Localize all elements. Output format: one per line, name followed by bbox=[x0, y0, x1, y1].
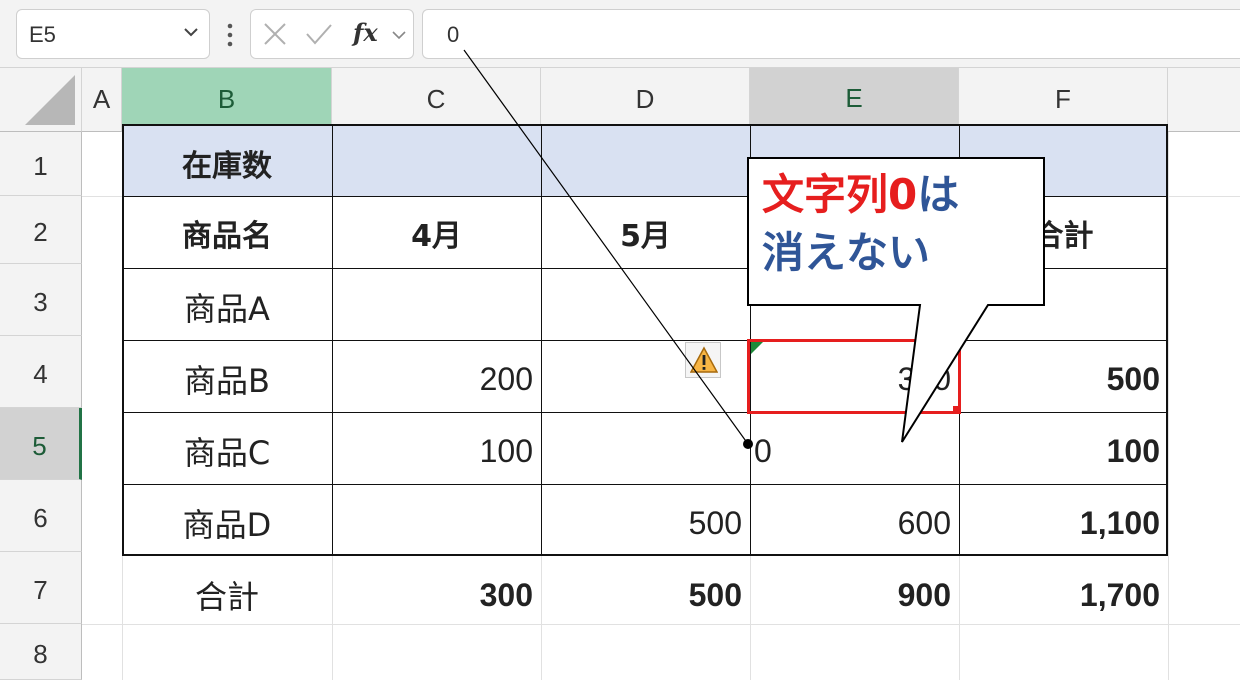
formula-input[interactable]: 0 bbox=[422, 9, 1240, 59]
row-header-3[interactable]: 3 bbox=[0, 264, 82, 336]
cell-f6[interactable]: 1,100 bbox=[959, 484, 1168, 556]
cell-c5[interactable]: 100 bbox=[332, 412, 541, 484]
cell-f2[interactable]: 合計 bbox=[959, 196, 1168, 264]
select-all-triangle-icon bbox=[25, 75, 75, 125]
formula-bar: E5 fx 0 bbox=[0, 0, 1240, 68]
formula-value: 0 bbox=[447, 22, 460, 47]
column-header-e[interactable]: E bbox=[750, 68, 959, 132]
cell-c4[interactable]: 200 bbox=[332, 340, 541, 412]
row-header-2[interactable]: 2 bbox=[0, 196, 82, 264]
cell-b1[interactable]: 在庫数 bbox=[122, 128, 332, 192]
select-all-corner[interactable] bbox=[0, 68, 82, 132]
column-header-c[interactable]: C bbox=[332, 68, 541, 132]
cell-c2[interactable]: 4月 bbox=[332, 196, 541, 264]
error-check-button[interactable] bbox=[685, 342, 721, 378]
row-header-1[interactable]: 1 bbox=[0, 132, 82, 196]
cell-d2[interactable]: 5月 bbox=[541, 196, 750, 264]
cancel-x-icon[interactable] bbox=[263, 22, 287, 46]
cell-f4[interactable]: 500 bbox=[959, 340, 1168, 412]
row-header-6[interactable]: 6 bbox=[0, 480, 82, 552]
cell-c7[interactable]: 300 bbox=[332, 556, 541, 628]
callout-line-1: 文字列0は bbox=[762, 166, 959, 224]
row-header-5[interactable]: 5 bbox=[0, 408, 82, 480]
cell-b5[interactable]: 商品C bbox=[122, 412, 332, 484]
cell-e7[interactable]: 900 bbox=[750, 556, 959, 628]
column-header-b[interactable]: B bbox=[122, 68, 332, 132]
fx-insert-function-icon[interactable]: fx bbox=[353, 18, 378, 47]
row-header-8[interactable]: 8 bbox=[0, 624, 82, 680]
warning-triangle-icon bbox=[690, 346, 718, 373]
callout-red-text: 文字列0 bbox=[762, 170, 918, 219]
callout-text: 文字列0は 消えない bbox=[762, 166, 959, 282]
cell-f5[interactable]: 100 bbox=[959, 412, 1168, 484]
cell-d6[interactable]: 500 bbox=[541, 484, 750, 556]
callout-blue-text: は bbox=[917, 170, 960, 219]
gridline bbox=[1168, 132, 1169, 680]
chevron-down-icon[interactable] bbox=[183, 24, 199, 40]
column-header-a[interactable]: A bbox=[82, 68, 122, 132]
cell-b3[interactable]: 商品A bbox=[122, 268, 332, 340]
name-box[interactable]: E5 bbox=[16, 9, 210, 59]
cell-d7[interactable]: 500 bbox=[541, 556, 750, 628]
active-cell-selection bbox=[747, 339, 961, 414]
cell-b6[interactable]: 商品D bbox=[122, 484, 332, 556]
chevron-down-icon[interactable] bbox=[391, 27, 407, 43]
column-header-empty bbox=[1168, 68, 1240, 132]
column-header-f[interactable]: F bbox=[959, 68, 1168, 132]
cell-e6[interactable]: 600 bbox=[750, 484, 959, 556]
column-header-d[interactable]: D bbox=[541, 68, 750, 132]
cell-b7[interactable]: 合計 bbox=[122, 556, 332, 628]
fill-handle[interactable] bbox=[953, 406, 961, 414]
cell-b4[interactable]: 商品B bbox=[122, 340, 332, 412]
row-header-4[interactable]: 4 bbox=[0, 336, 82, 408]
row-header-7[interactable]: 7 bbox=[0, 552, 82, 624]
cell-f7[interactable]: 1,700 bbox=[959, 556, 1168, 628]
checkmark-icon[interactable] bbox=[305, 22, 333, 46]
name-box-value: E5 bbox=[29, 22, 56, 47]
cell-e5[interactable]: 0 bbox=[750, 412, 959, 484]
cell-b2[interactable]: 商品名 bbox=[122, 196, 332, 264]
callout-line-2: 消えない bbox=[762, 228, 931, 277]
more-options-icon[interactable] bbox=[222, 22, 238, 48]
formula-buttons: fx bbox=[250, 9, 414, 59]
